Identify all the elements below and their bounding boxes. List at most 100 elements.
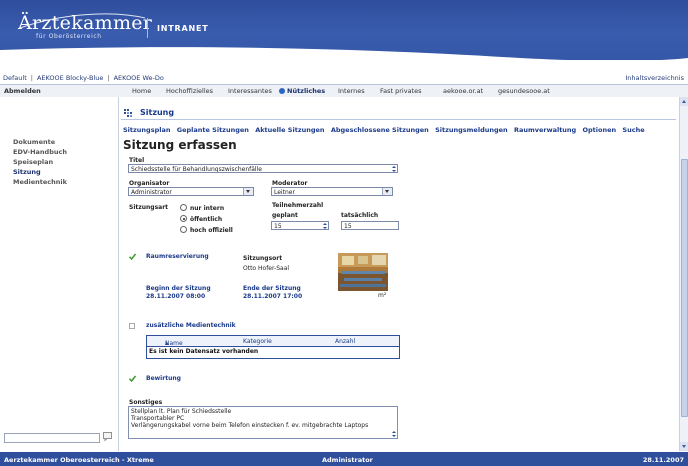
medientechnik-table: Name ▴ Kategorie Anzahl Es ist kein Date…	[146, 335, 400, 359]
expand-icon	[392, 166, 396, 172]
bewirtung-label: Bewirtung	[146, 375, 181, 382]
organisator-select[interactable]: Administrator	[128, 187, 254, 196]
sitzungsort-label: Sitzungsort	[243, 255, 283, 262]
geplant-label: geplant	[272, 212, 298, 219]
logo-subtitle: für Oberösterreich	[36, 33, 102, 40]
sidebar-item-dokumente[interactable]: Dokumente	[13, 138, 55, 146]
raumreservierung-label: Raumreservierung	[146, 253, 209, 260]
tab-hochoffizielles[interactable]: Hochoffizielles	[166, 87, 213, 95]
chevron-down-icon	[382, 188, 392, 195]
footer-organization: Aerztekammer Oberoesterreich - Xtreme	[4, 456, 154, 464]
subnav-sitzungsmeldungen[interactable]: Sitzungsmeldungen	[435, 126, 508, 134]
radio-oeffentlich-label: öffentlich	[190, 216, 223, 223]
sonstiges-line: Transportabler PC	[131, 415, 185, 422]
geplant-input[interactable]: 15	[271, 221, 329, 230]
column-anzahl[interactable]: Anzahl	[335, 338, 355, 345]
checkmark-icon[interactable]	[129, 375, 136, 382]
tab-internes[interactable]: Internes	[338, 87, 365, 95]
subnav-optionen[interactable]: Optionen	[582, 126, 616, 134]
tab-fast-privates[interactable]: Fast privates	[380, 87, 422, 95]
subnav-abgeschlossene-sitzungen[interactable]: Abgeschlossene Sitzungen	[331, 126, 429, 134]
geplant-value: 15	[274, 223, 282, 230]
scroll-down-icon[interactable]	[680, 442, 688, 451]
subnav-sitzungsplan[interactable]: Sitzungsplan	[123, 126, 170, 134]
radio-nur-intern[interactable]	[180, 204, 187, 211]
sort-asc-icon: ▴	[165, 340, 169, 347]
subnav-geplante-sitzungen[interactable]: Geplante Sitzungen	[177, 126, 249, 134]
spinner-icon	[323, 223, 327, 229]
chat-bubble-icon[interactable]	[103, 432, 112, 441]
table-empty-message: Es ist kein Datensatz vorhanden	[149, 348, 259, 355]
organisator-value: Administrator	[131, 189, 172, 196]
status-bar: Aerztekammer Oberoesterreich - Xtreme Ad…	[0, 452, 688, 466]
sitzungsort-value: Otto Hofer-Saal	[243, 265, 290, 272]
style-links: Default | AEKOOE Blocky-Blue | AEKOOE We-Do	[3, 74, 164, 82]
main-navbar: Abmelden Home Hochoffizielles Interessan…	[0, 84, 688, 98]
teilnehmerzahl-label: Teilnehmerzahl	[272, 202, 324, 209]
section-title: Sitzung	[140, 108, 175, 117]
room-photo	[338, 253, 388, 291]
header-banner: Ärztekammer für Oberösterreich INTRANET	[0, 0, 688, 66]
moderator-select[interactable]: Leitner	[271, 187, 393, 196]
globe-icon	[279, 88, 285, 94]
sitzungsart-label: Sitzungsart	[129, 204, 169, 211]
sidebar-item-edv-handbuch[interactable]: EDV-Handbuch	[13, 148, 67, 156]
table-header: Name ▴ Kategorie Anzahl	[147, 336, 399, 347]
tatsaechlich-label: tatsächlich	[341, 212, 379, 219]
quick-message-input[interactable]	[4, 433, 100, 443]
tab-nuetzliches[interactable]: Nützliches	[279, 87, 325, 95]
page-title: Sitzung erfassen	[123, 138, 237, 152]
section-divider	[121, 119, 676, 120]
style-link-default[interactable]: Default	[3, 74, 27, 82]
footer-user: Administrator	[322, 456, 373, 464]
column-kategorie[interactable]: Kategorie	[243, 338, 272, 345]
style-link-we-do[interactable]: AEKOOE We-Do	[114, 74, 164, 82]
beginn-label: Beginn der Sitzung	[146, 285, 211, 292]
sonstiges-line: Stellplan lt. Plan für Schiedsstelle	[131, 408, 232, 415]
vertical-scrollbar[interactable]	[679, 97, 688, 451]
subnav-aktuelle-sitzungen[interactable]: Aktuelle Sitzungen	[255, 126, 324, 134]
sonstiges-line: Verlängerungskabel vorne beim Telefon ei…	[131, 422, 369, 429]
sidebar-item-sitzung[interactable]: Sitzung	[13, 168, 41, 176]
ende-label: Ende der Sitzung	[243, 285, 301, 292]
radio-nur-intern-label: nur intern	[190, 205, 225, 212]
style-link-blocky-blue[interactable]: AEKOOE Blocky-Blue	[37, 74, 103, 82]
subnav-raumverwaltung[interactable]: Raumverwaltung	[514, 126, 576, 134]
radio-oeffentlich[interactable]	[180, 215, 187, 222]
organisator-label: Organisator	[129, 180, 170, 187]
subnav-suche[interactable]: Suche	[622, 126, 644, 134]
tab-home[interactable]: Home	[132, 87, 151, 95]
sidebar-item-medientechnik[interactable]: Medientechnik	[13, 178, 67, 186]
header-divider	[147, 18, 148, 38]
tatsaechlich-input[interactable]: 15	[341, 221, 399, 230]
titel-value: Schiedsstelle für Behandlungszwischenfäl…	[131, 166, 262, 173]
scrollbar-thumb[interactable]	[681, 159, 688, 417]
sidebar-item-speiseplan[interactable]: Speiseplan	[13, 158, 53, 166]
titel-label: Titel	[129, 157, 145, 164]
medientechnik-checkbox[interactable]	[129, 323, 135, 329]
scroll-up-icon[interactable]	[680, 97, 688, 106]
beginn-value: 28.11.2007 08:00	[146, 293, 206, 300]
radio-hoch-offiziell[interactable]	[180, 226, 187, 233]
footer-date: 28.11.2007	[642, 456, 684, 464]
table-of-contents-link[interactable]: Inhaltsverzeichnis	[625, 74, 684, 82]
checkmark-icon[interactable]	[129, 253, 136, 260]
titel-input[interactable]: Schiedsstelle für Behandlungszwischenfäl…	[128, 164, 398, 173]
logout-link[interactable]: Abmelden	[4, 87, 41, 95]
tab-aekooe[interactable]: aekooe.or.at	[443, 87, 483, 95]
ende-value: 28.11.2007 17:00	[243, 293, 303, 300]
resize-icon[interactable]	[392, 431, 396, 437]
radio-hoch-offiziell-label: hoch offiziell	[190, 227, 233, 234]
moderator-value: Leitner	[274, 189, 295, 196]
tab-gesundesooe[interactable]: gesundesooe.at	[498, 87, 550, 95]
medientechnik-label: zusätzliche Medientechnik	[146, 322, 236, 329]
tatsaechlich-value: 15	[344, 223, 352, 230]
logo-title: Ärztekammer	[18, 12, 153, 34]
sonstiges-textarea[interactable]: Stellplan lt. Plan für Schiedsstelle Tra…	[128, 406, 398, 439]
intranet-label: INTRANET	[157, 24, 209, 33]
chevron-down-icon	[243, 188, 253, 195]
grid-dots-icon	[124, 109, 132, 117]
tab-interessantes[interactable]: Interessantes	[228, 87, 272, 95]
sonstiges-label: Sonstiges	[129, 399, 163, 406]
tab-nuetzliches-label: Nützliches	[287, 87, 326, 95]
